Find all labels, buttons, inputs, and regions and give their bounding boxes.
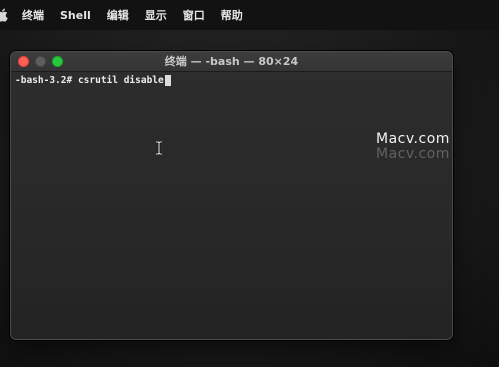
terminal-prompt: -bash-3.2# [15,75,73,86]
menu-terminal[interactable]: 终端 [22,7,44,23]
menu-bar: 终端 Shell 编辑 显示 窗口 帮助 [0,0,499,30]
window-title: 终端 — -bash — 80×24 [164,55,299,68]
menu-shell[interactable]: Shell [60,9,91,22]
terminal-content[interactable]: -bash-3.2# csrutil disable [11,72,452,339]
window-titlebar[interactable]: 终端 — -bash — 80×24 [11,52,452,72]
terminal-command: csrutil disable [77,75,164,86]
apple-icon[interactable] [0,8,8,22]
watermark-text: Macv.com [376,131,450,147]
menu-view[interactable]: 显示 [145,7,167,23]
menu-window[interactable]: 窗口 [183,7,205,23]
menu-edit[interactable]: 编辑 [107,7,129,23]
watermark: Macv.com Macv.com [376,132,450,162]
menu-help[interactable]: 帮助 [221,7,243,23]
watermark-shadow-text: Macv.com [376,146,450,162]
terminal-window: 终端 — -bash — 80×24 -bash-3.2# csrutil di… [10,51,453,340]
terminal-line: -bash-3.2# csrutil disable [15,75,171,86]
ibeam-cursor-icon [156,141,162,155]
text-cursor [164,75,171,86]
